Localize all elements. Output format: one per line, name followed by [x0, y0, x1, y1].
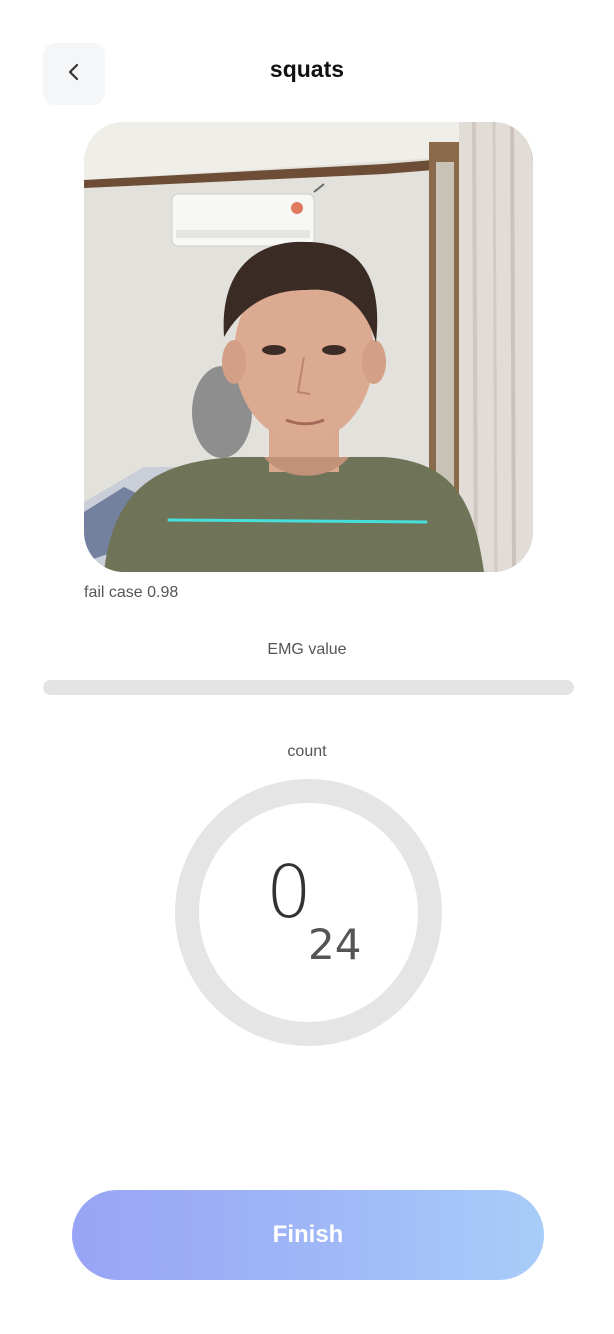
count-current-value: 0: [266, 850, 312, 934]
emg-progress-bar: [43, 680, 574, 695]
pose-guide-line: [167, 518, 428, 524]
finish-button[interactable]: Finish: [72, 1190, 544, 1280]
count-target-value: 24: [308, 920, 362, 969]
pose-status-text: fail case 0.98: [84, 584, 179, 601]
emg-label: EMG value: [267, 641, 347, 658]
camera-preview: [84, 122, 533, 572]
count-label: count: [287, 743, 327, 760]
page-title: squats: [269, 56, 345, 82]
camera-feed-image: [84, 122, 533, 572]
